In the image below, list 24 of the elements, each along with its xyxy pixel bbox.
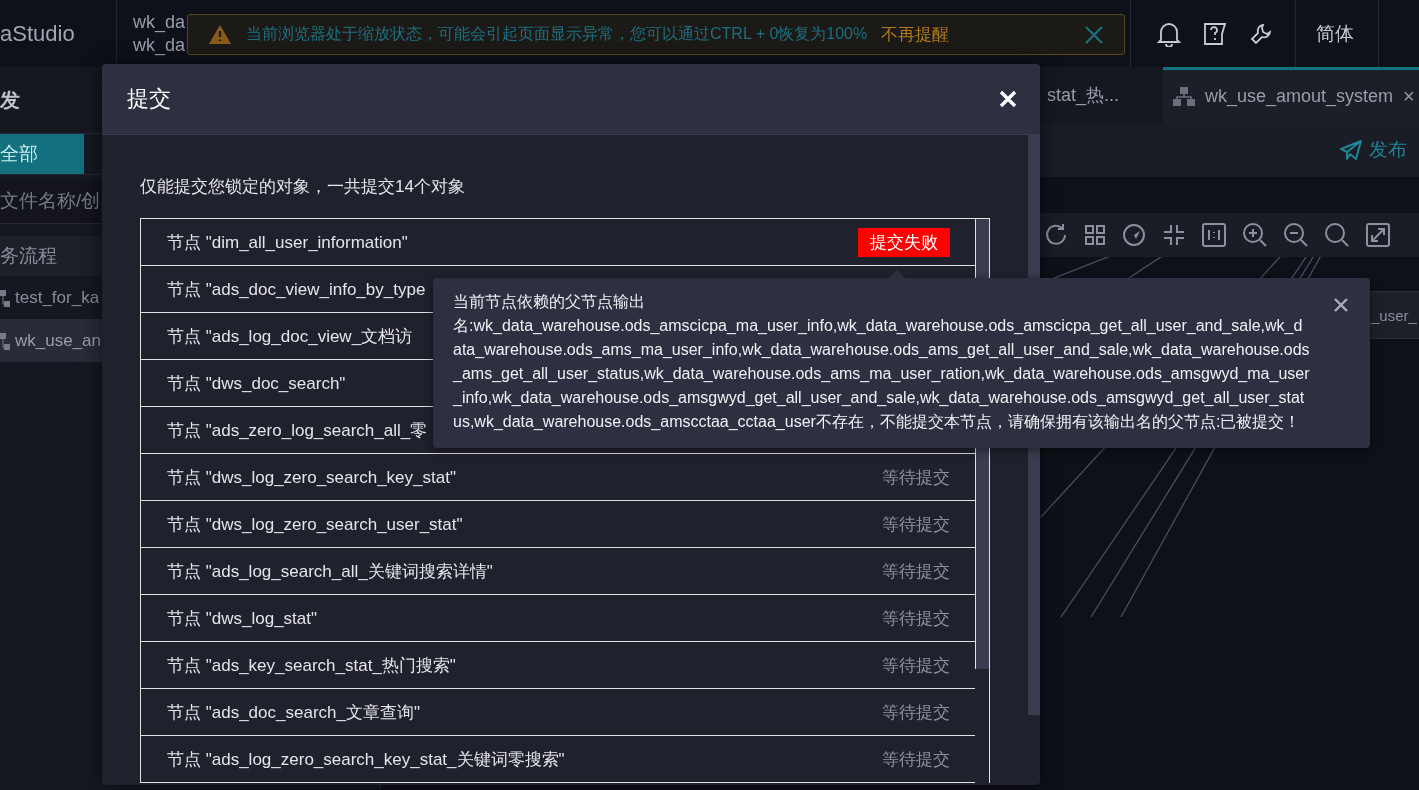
node-name: 节点 "ads_log_zero_search_key_stat_关键词零搜索": [167, 748, 565, 771]
node-name: 节点 "ads_doc_search_文章查询": [167, 701, 420, 724]
node-name: 节点 "ads_key_search_stat_热门搜索": [167, 654, 456, 677]
node-name: 节点 "ads_doc_view_info_by_type: [167, 278, 426, 301]
node-name: 节点 "dws_doc_search": [167, 372, 346, 395]
submit-status: 等待提交: [882, 607, 950, 630]
dialog-title: 提交: [127, 85, 171, 113]
submit-status: 提交失败: [858, 227, 950, 257]
node-name: 节点 "ads_log_doc_view_文档访: [167, 325, 413, 348]
warning-message: 当前浏览器处于缩放状态，可能会引起页面显示异常，您可以通过CTRL + 0恢复为100%: [246, 24, 868, 44]
submit-status: 等待提交: [882, 654, 950, 677]
submit-status: 等待提交: [882, 748, 950, 771]
node-name: 节点 "dws_log_zero_search_key_stat": [167, 466, 456, 489]
node-name: 节点 "ads_zero_log_search_all_零: [167, 419, 428, 442]
submit-status: 等待提交: [882, 513, 950, 536]
submit-status: 等待提交: [882, 466, 950, 489]
node-name: 节点 "dws_log_zero_search_user_stat": [167, 513, 463, 536]
submit-status: 等待提交: [882, 560, 950, 583]
node-name: 节点 "dws_log_stat": [167, 607, 318, 630]
node-name: 节点 "ads_log_search_all_关键词搜索详情": [167, 560, 493, 583]
node-name: 节点 "dim_all_user_information": [167, 231, 408, 254]
submit-status: 等待提交: [882, 701, 950, 724]
dialog-description: 仅能提交您锁定的对象，一共提交14个对象: [140, 176, 466, 198]
error-message: 当前节点依赖的父节点输出名:wk_data_warehouse.ods_amscicpa_ma_user_info,wk_data_warehouse.ods_amscicpa_get_all_user_and_sale,wk_data_warehouse.ods_ams_ma_user_info,wk_data_warehouse.ods_ams_get_all_user_and_sale,wk_data_warehouse.ods_ams_get_all_user_status,wk_data_warehouse.ods_ams_ma_user_ration,wk_data_warehouse.ods_amsgwyd_ma_user_info,wk_data_warehouse.ods_amsgwyd_get_all_user_and_sale,wk_data_warehouse.ods_amsgwyd_get_all_user_status,wk_data_warehouse.ods_amscctaa_cctaa_user不存在，不能提交本节点，请确保拥有该输出名的父节点:已被提交！: [453, 292, 1310, 432]
